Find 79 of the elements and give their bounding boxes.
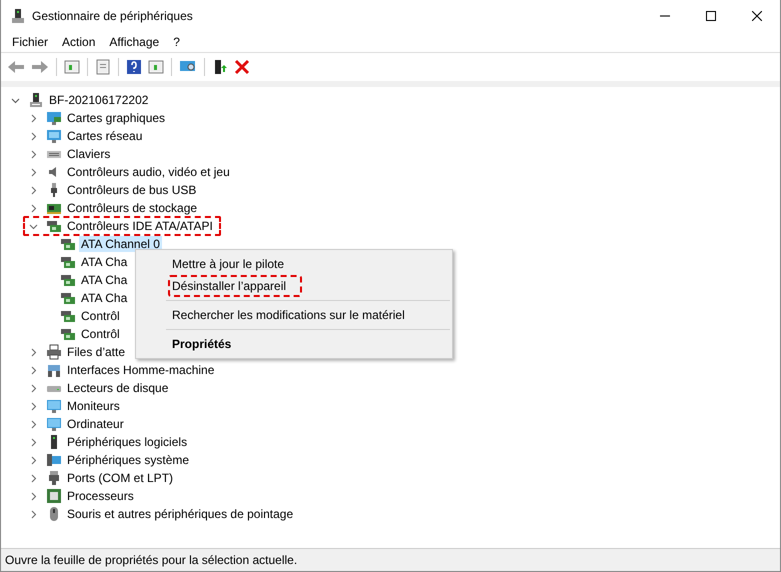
chevron-right-icon[interactable] <box>29 150 38 158</box>
tree-item[interactable]: Contrôleurs IDE ATA/ATAPI <box>65 218 215 234</box>
forward-arrow-icon[interactable] <box>31 59 49 75</box>
tree-item[interactable]: Contrôleurs audio, vidéo et jeu <box>65 164 232 180</box>
chevron-right-icon[interactable] <box>29 492 38 500</box>
chevron-right-icon[interactable] <box>29 366 38 374</box>
tree-item[interactable]: Claviers <box>65 146 112 162</box>
tree-item[interactable]: Ports (COM et LPT) <box>65 470 176 486</box>
monitor-icon <box>46 416 62 432</box>
tree-item[interactable]: Processeurs <box>65 488 136 504</box>
card-icon <box>60 272 76 288</box>
help-icon[interactable] <box>126 59 142 75</box>
menu-item[interactable]: Fichier <box>5 35 56 49</box>
properties-icon[interactable] <box>95 59 111 75</box>
menu-item[interactable]: ? <box>166 35 187 49</box>
chevron-down-icon[interactable] <box>29 222 38 230</box>
computer-icon <box>28 92 44 108</box>
chevron-right-icon[interactable] <box>29 186 38 194</box>
tree-item[interactable]: Contrôl <box>79 326 122 342</box>
tree-item[interactable]: ATA Cha <box>79 254 130 270</box>
chevron-right-icon[interactable] <box>29 474 38 482</box>
tree-item[interactable]: Cartes réseau <box>65 128 144 144</box>
tree-item[interactable]: Contrôleurs de stockage <box>65 200 200 216</box>
panel-icon[interactable] <box>148 59 164 75</box>
card-icon <box>60 290 76 306</box>
tree-item[interactable]: ATA Cha <box>79 272 130 288</box>
tree-item[interactable]: Souris et autres périphériques de pointage <box>65 506 296 522</box>
chevron-right-icon[interactable] <box>29 348 38 356</box>
chevron-right-icon[interactable] <box>29 438 38 446</box>
chevron-right-icon[interactable] <box>29 384 38 392</box>
printer-icon <box>46 344 62 360</box>
card-icon <box>60 326 76 342</box>
context-menu-item[interactable]: Propriétés <box>168 333 236 355</box>
chevron-right-icon[interactable] <box>29 114 38 122</box>
status-text: Ouvre la feuille de propriétés pour la sélection actuelle. <box>5 553 298 567</box>
delete-icon[interactable] <box>234 59 250 75</box>
monitor-icon <box>46 110 62 126</box>
tree-item[interactable]: BF-202106172202 <box>47 92 150 108</box>
chevron-down-icon[interactable] <box>11 96 20 104</box>
tree-item[interactable]: Ordinateur <box>65 416 126 432</box>
tree-item[interactable]: ATA Cha <box>79 290 130 306</box>
maximize-icon <box>706 11 716 21</box>
context-menu-item[interactable]: Désinstaller l’appareil <box>168 275 302 297</box>
card-icon <box>60 308 76 324</box>
chevron-right-icon[interactable] <box>29 510 38 518</box>
tree-item[interactable]: Contrôleurs de bus USB <box>65 182 198 198</box>
tree-item[interactable]: Cartes graphiques <box>65 110 168 126</box>
monitor-icon <box>46 128 62 144</box>
close-icon <box>752 11 762 21</box>
device-update-icon[interactable] <box>212 59 228 75</box>
chevron-right-icon[interactable] <box>29 402 38 410</box>
context-menu-item[interactable]: Rechercher les modifications sur le matériel <box>168 304 409 326</box>
connector-icon <box>46 470 62 486</box>
chevron-right-icon[interactable] <box>29 132 38 140</box>
panel-icon[interactable] <box>64 59 80 75</box>
context-menu-item[interactable]: Mettre à jour le pilote <box>168 253 288 275</box>
chevron-right-icon[interactable] <box>29 420 38 428</box>
computer-icon <box>10 8 26 24</box>
tree-item[interactable]: Moniteurs <box>65 398 122 414</box>
chevron-right-icon[interactable] <box>29 204 38 212</box>
computer-icon <box>46 452 62 468</box>
tree-item[interactable]: Contrôl <box>79 308 122 324</box>
back-arrow-icon[interactable] <box>7 59 25 75</box>
menu-item[interactable]: Action <box>55 35 102 49</box>
chevron-right-icon[interactable] <box>29 168 38 176</box>
tree-item[interactable]: ATA Channel 0 <box>79 236 162 252</box>
chip-icon <box>46 488 62 504</box>
tree-item[interactable]: Interfaces Homme-machine <box>65 362 216 378</box>
tree-item[interactable]: Périphériques système <box>65 452 192 468</box>
card-icon <box>46 218 62 234</box>
tree-item[interactable]: Lecteurs de disque <box>65 380 170 396</box>
chevron-right-icon[interactable] <box>29 456 38 464</box>
tree-item[interactable]: Files d’atte <box>65 344 128 360</box>
card-icon <box>60 254 76 270</box>
menu-item[interactable]: Affichage <box>102 35 166 49</box>
monitor-icon <box>46 398 62 414</box>
window-title: Gestionnaire de périphériques <box>32 9 193 23</box>
card-icon <box>60 236 76 252</box>
tree-item[interactable]: Périphériques logiciels <box>65 434 190 450</box>
